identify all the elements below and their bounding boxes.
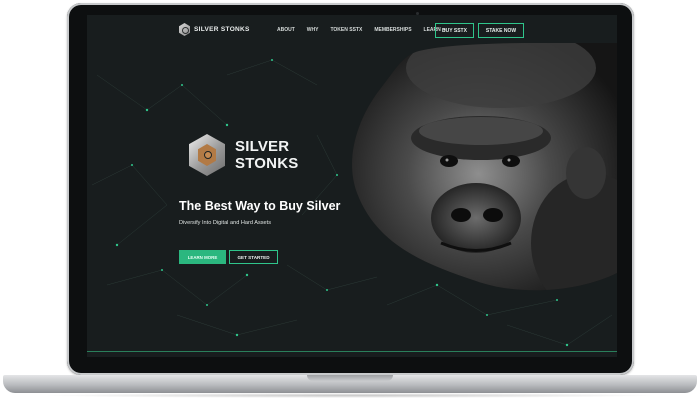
- hero-brand-wordmark: SILVER STONKS: [235, 138, 298, 172]
- hero-brand-line2: STONKS: [235, 155, 299, 172]
- hero-gorilla-image: [352, 43, 617, 291]
- nav-link-about[interactable]: ABOUT: [277, 27, 295, 33]
- hexagon-circuit-logo-icon: [189, 134, 225, 176]
- nav-links: ABOUT WHY TOKEN SSTX MEMBERSHIPS LEARN ▼: [277, 27, 459, 33]
- learn-more-button[interactable]: LEARN MORE: [179, 250, 226, 264]
- buy-sstx-button[interactable]: BUY SSTX: [435, 23, 474, 38]
- get-started-button[interactable]: GET STARTED: [229, 250, 278, 264]
- laptop-notch: [307, 375, 393, 381]
- stake-now-button[interactable]: STAKE NOW: [478, 23, 524, 38]
- nav-link-memberships[interactable]: MEMBERSHIPS: [374, 27, 411, 33]
- nav-link-why[interactable]: WHY: [307, 27, 319, 33]
- hexagon-circuit-logo-icon: [179, 23, 190, 36]
- nav-logo[interactable]: SILVER STONKS: [179, 23, 250, 36]
- nav-link-token[interactable]: TOKEN SSTX: [330, 27, 362, 33]
- hero-brand-line1: SILVER: [235, 138, 290, 155]
- laptop-screen: SILVER STONKS ABOUT WHY TOKEN SSTX MEMBE…: [87, 15, 617, 357]
- section-divider: [87, 351, 617, 352]
- hero-brand: SILVER STONKS: [189, 134, 298, 176]
- nav-logo-text: SILVER STONKS: [194, 26, 250, 33]
- hero-subheadline: Diversify Into Digital and Hard Assets: [179, 220, 272, 226]
- hero-headline: The Best Way to Buy Silver: [179, 199, 341, 213]
- laptop-shadow: [40, 393, 660, 398]
